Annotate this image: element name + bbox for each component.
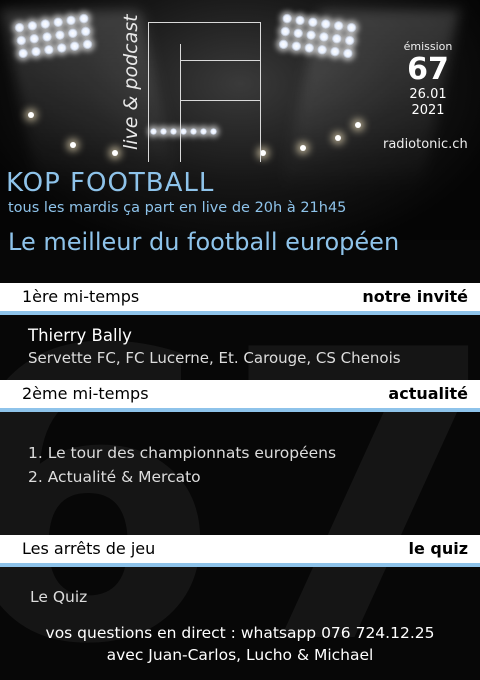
- website-link[interactable]: radiotonic.ch: [383, 137, 468, 152]
- emission-number: 67: [407, 52, 449, 87]
- stadium-light-dot: [355, 122, 361, 128]
- segment-bar-stoppage-time: Les arrêts de jeu le quiz: [0, 535, 480, 567]
- guest-name: Thierry Bally: [28, 326, 132, 345]
- frame-line: [148, 22, 260, 23]
- quiz-text: Le Quiz: [30, 588, 88, 606]
- frame-line: [148, 22, 149, 162]
- segment-bar-first-half: 1ère mi-temps notre invité: [0, 283, 480, 315]
- emission-date-year: 2021: [411, 103, 445, 118]
- frame-line: [180, 60, 260, 61]
- stadium-light-dot: [112, 150, 118, 156]
- frame-line: [180, 44, 181, 162]
- show-banner: Le meilleur du football européen: [8, 228, 400, 256]
- news-list: 1. Le tour des championnats européens 2.…: [28, 441, 336, 489]
- segment-label: 2ème mi-temps: [22, 384, 149, 403]
- segment-bar-second-half: 2ème mi-temps actualité: [0, 380, 480, 412]
- segment-label: Les arrêts de jeu: [22, 539, 156, 558]
- list-item: 2. Actualité & Mercato: [28, 468, 201, 486]
- segment-label: 1ère mi-temps: [22, 287, 140, 306]
- stadium-light-dot: [300, 145, 306, 151]
- stadium-light-dot: [335, 135, 341, 141]
- emission-box: émission 67 26.01 2021: [392, 40, 464, 119]
- show-schedule: tous les mardis ça part en live de 20h à…: [8, 200, 347, 216]
- stadium-light-dot: [70, 142, 76, 148]
- hosts-line: avec Juan-Carlos, Lucho & Michael: [106, 646, 374, 664]
- live-podcast-label: live & podcast: [120, 14, 142, 150]
- emission-date-day: 26.01: [409, 87, 447, 102]
- show-title: KOP FOOTBALL: [6, 168, 215, 198]
- poster: 67 live & podcast émission 67 26.01 2021…: [0, 0, 480, 680]
- segment-tag: notre invité: [362, 287, 468, 306]
- guest-clubs: Servette FC, FC Lucerne, Et. Carouge, CS…: [28, 349, 401, 367]
- frame-line: [260, 22, 261, 162]
- list-item: 1. Le tour des championnats européens: [28, 444, 337, 462]
- contact-line: vos questions en direct : whatsapp 076 7…: [45, 624, 435, 642]
- segment-tag: actualité: [388, 384, 468, 403]
- stadium-light-dot: [28, 112, 34, 118]
- frame-line: [180, 100, 260, 101]
- floodlight-center-icon: [150, 128, 217, 135]
- segment-tag: le quiz: [408, 539, 468, 558]
